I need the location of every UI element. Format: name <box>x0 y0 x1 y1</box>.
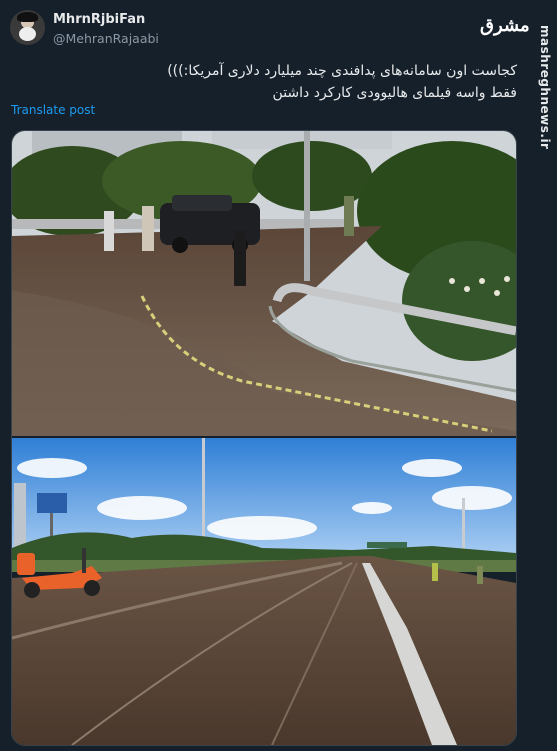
tweet-line-1: کجاست اون سامانه‌های پدافندی چند میلیارد… <box>167 63 517 79</box>
avatar-turban-shape <box>17 12 38 22</box>
profile-avatar[interactable] <box>10 10 45 45</box>
author-display-name[interactable]: MhrnRjbiFan <box>53 12 145 27</box>
road-mud-photo[interactable] <box>12 438 516 745</box>
author-handle[interactable]: @MehranRajaabi <box>53 31 159 46</box>
mashregh-logo-icon: مشرق <box>480 15 530 36</box>
site-watermark: mashreghnews.ir <box>538 25 552 150</box>
tweet-media[interactable] <box>11 130 517 746</box>
side-strip: mashreghnews.ir <box>531 0 557 751</box>
highway-mud-photo[interactable] <box>12 131 516 436</box>
translate-post-link[interactable]: Translate post <box>11 103 95 117</box>
tweet-line-2: فقط واسه فیلمای هالیوودی کارکرد داشتن <box>272 85 517 101</box>
tweet-text: کجاست اون سامانه‌های پدافندی چند میلیارد… <box>37 60 517 104</box>
avatar-beard-shape <box>19 27 36 41</box>
